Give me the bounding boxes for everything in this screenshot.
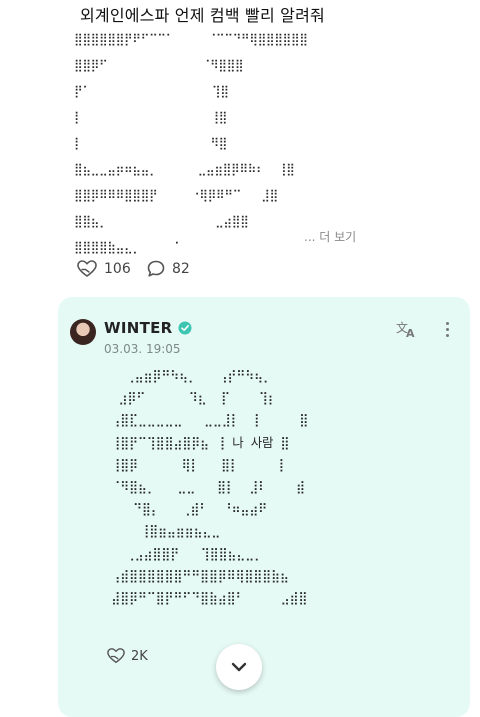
svg-text:A: A [406,327,415,339]
scroll-down-button[interactable] [216,644,262,690]
post-time: 03.03. 19:05 [104,342,181,356]
translate-icon[interactable]: 文 A [395,319,419,339]
avatar[interactable] [70,319,96,345]
verified-badge-icon [178,321,192,335]
ascii-art-alien: ⣿⣿⣿⣿⣿⣿⡟⠟⠋⠉⠉⠁ ⠈⠉⠉⠙⠛⢿⣿⣿⣿⣿⣿⣿ ⣿⣿⡿⠋ ⠈⠻⣿⣿⣿ ⡟⠁ … [74,32,308,254]
like-count: 106 [104,261,131,277]
author-name[interactable]: WINTER [104,319,173,337]
chevron-down-icon [231,662,247,672]
post-title: 외계인에스파 언제 컴백 빨리 알려줘 [80,6,325,25]
like-button[interactable]: 106 [76,259,131,279]
see-more-link[interactable]: ... 더 보기 [302,228,359,245]
ascii-art-bear: ⢀⣤⣶⡿⠛⠳⢦⡀ ⢠⡞⠛⠳⢦⡀ ⣰⡿⠋ ⠹⣆ ⡏ ⢹⡆ ⢠⣿⣏⣀⣀⣀⣀⣀ ⣀⣀⣸… [111,368,309,606]
post-card: WINTER 03.03. 19:05 文 A ⢀⣤⣶⡿⠛⠳⢦⡀ ⢠⡞⠛⠳⢦⡀ … [58,297,470,717]
comment-button[interactable]: 82 [146,259,190,279]
heart-hand-icon [77,260,97,277]
speech-bubble-icon [147,260,165,277]
heart-hand-icon [107,648,125,664]
vertical-ellipsis-icon[interactable] [438,319,458,341]
like-count: 2K [131,648,148,664]
like-button[interactable]: 2K [106,647,148,665]
comment-count: 82 [172,261,190,277]
